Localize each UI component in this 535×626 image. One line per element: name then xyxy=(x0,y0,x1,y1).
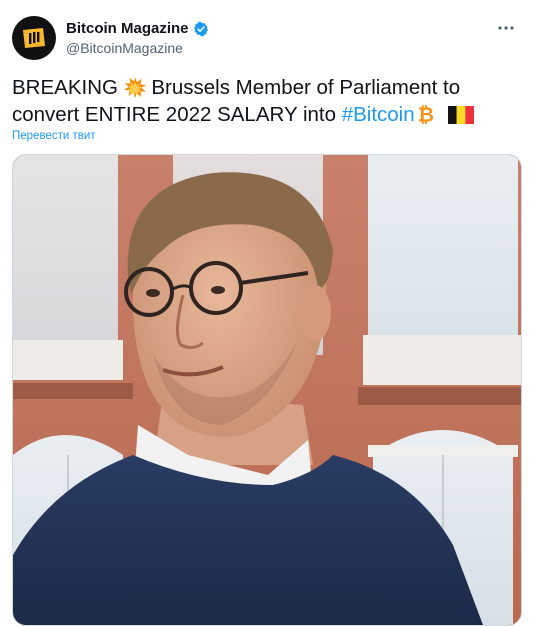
hashtag-link[interactable]: #Bitcoin xyxy=(342,103,415,126)
belgium-flag-icon xyxy=(448,106,475,124)
bitcoin-icon: ₿ xyxy=(417,103,433,125)
more-dots-icon[interactable] xyxy=(493,18,519,38)
collision-icon xyxy=(123,76,146,98)
verified-badge-icon xyxy=(193,21,208,36)
bitcoin-magazine-logo-icon xyxy=(23,28,45,48)
avatar[interactable] xyxy=(12,16,56,60)
svg-text:₿: ₿ xyxy=(417,103,433,125)
display-name[interactable]: Bitcoin Magazine xyxy=(66,20,189,37)
tweet-header: Bitcoin Magazine @BitcoinMagazine xyxy=(12,14,523,64)
translate-tweet-link[interactable]: Перевести твит xyxy=(12,130,96,142)
tweet-breaking: BREAKING xyxy=(12,76,118,99)
tweet-text: BREAKING Brussels Member of Parliament t… xyxy=(12,74,512,128)
account-handle[interactable]: @BitcoinMagazine xyxy=(66,40,209,56)
tweet-photo[interactable] xyxy=(12,154,522,626)
photo-illustration xyxy=(13,155,521,625)
